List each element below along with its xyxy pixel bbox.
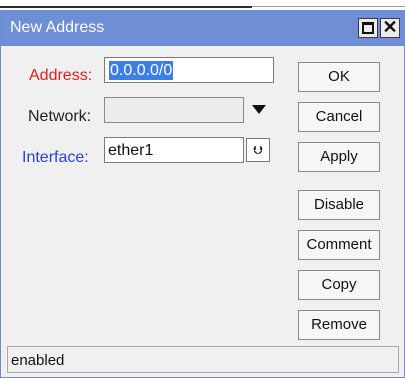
maximize-button[interactable] (358, 18, 378, 38)
edge-line (0, 6, 252, 8)
cancel-button[interactable]: Cancel (298, 102, 380, 132)
apply-button[interactable]: Apply (298, 142, 380, 172)
address-input[interactable]: 0.0.0.0/0 (104, 57, 274, 83)
network-input[interactable] (104, 97, 244, 123)
address-label: Address: (29, 67, 93, 84)
interface-dropdown-button[interactable]: ⮋ (246, 138, 270, 162)
disable-button[interactable]: Disable (298, 190, 380, 220)
new-address-dialog: New Address ✕ Address: 0.0.0.0/0 Network… (0, 10, 405, 378)
status-text: enabled (11, 352, 65, 369)
title-bar[interactable]: New Address ✕ (1, 11, 404, 46)
ok-button[interactable]: OK (298, 62, 380, 92)
network-label: Network: (28, 108, 92, 125)
status-bar: enabled (7, 346, 399, 373)
dialog-title: New Address (10, 19, 105, 36)
dropdown-arrow-icon: ⮋ (253, 143, 263, 157)
interface-select[interactable]: ether1 (104, 137, 244, 163)
network-dropdown-arrow-icon[interactable] (252, 105, 266, 114)
address-value: 0.0.0.0/0 (109, 61, 174, 80)
copy-button[interactable]: Copy (298, 270, 380, 300)
interface-value: ether1 (108, 142, 154, 159)
close-button[interactable]: ✕ (380, 17, 400, 38)
maximize-icon (362, 22, 374, 34)
background-window-edge (0, 0, 405, 10)
edge-line (252, 6, 405, 7)
interface-label: Interface: (22, 149, 89, 166)
comment-button[interactable]: Comment (298, 230, 380, 260)
remove-button[interactable]: Remove (298, 310, 380, 340)
close-icon: ✕ (382, 17, 398, 37)
